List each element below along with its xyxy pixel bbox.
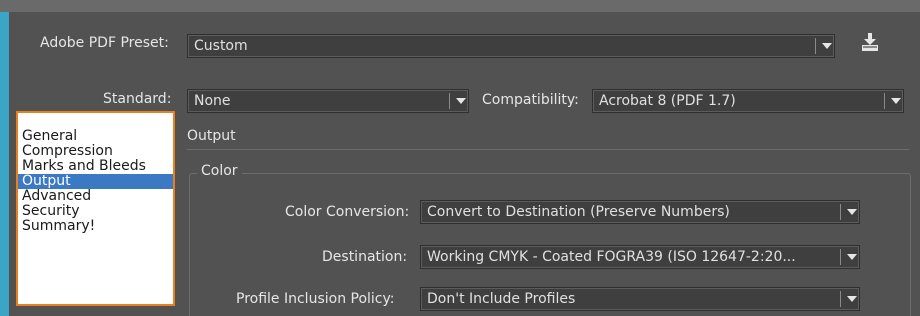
save-preset-icon <box>862 33 878 51</box>
window-top-band <box>0 0 920 12</box>
destination-label: Destination: <box>322 249 408 265</box>
profile-inclusion-value: Don't Include Profiles <box>427 291 576 307</box>
dropdown-separator <box>449 93 450 109</box>
profile-inclusion-label: Profile Inclusion Policy: <box>236 291 395 307</box>
save-preset-button[interactable] <box>859 30 881 54</box>
dropdown-separator <box>840 249 841 265</box>
sidebar-item-marks-and-bleeds[interactable]: Marks and Bleeds <box>18 159 173 174</box>
chevron-down-icon <box>845 201 859 223</box>
standard-value: None <box>194 93 231 109</box>
dropdown-separator <box>840 204 841 220</box>
section-divider <box>187 149 909 150</box>
window-accent-bar <box>0 12 9 316</box>
destination-value: Working CMYK - Coated FOGRA39 (ISO 12647… <box>427 249 796 265</box>
sidebar-item-security[interactable]: Security <box>18 204 173 219</box>
color-conversion-dropdown[interactable]: Convert to Destination (Preserve Numbers… <box>420 200 860 224</box>
preset-label: Adobe PDF Preset: <box>40 35 169 51</box>
dropdown-separator <box>815 38 816 54</box>
chevron-down-icon <box>454 90 468 112</box>
color-conversion-label: Color Conversion: <box>285 204 410 220</box>
preset-value: Custom <box>194 38 248 54</box>
standard-dropdown[interactable]: None <box>187 89 469 113</box>
sidebar-item-compression[interactable]: Compression <box>18 144 173 159</box>
color-group-title: Color <box>197 163 242 179</box>
section-title: Output <box>187 128 236 144</box>
compatibility-label: Compatibility: <box>482 92 579 108</box>
standard-label: Standard: <box>103 91 172 107</box>
chevron-down-icon <box>845 246 859 268</box>
category-list: General Compression Marks and Bleeds Out… <box>16 111 175 306</box>
sidebar-item-output[interactable]: Output <box>18 174 173 189</box>
compatibility-dropdown[interactable]: Acrobat 8 (PDF 1.7) <box>592 89 904 113</box>
dropdown-separator <box>840 291 841 307</box>
chevron-down-icon <box>820 35 834 57</box>
sidebar-item-summary[interactable]: Summary! <box>18 219 173 234</box>
preset-dropdown[interactable]: Custom <box>187 34 835 58</box>
profile-inclusion-dropdown[interactable]: Don't Include Profiles <box>420 287 860 311</box>
destination-dropdown[interactable]: Working CMYK - Coated FOGRA39 (ISO 12647… <box>420 245 860 269</box>
chevron-down-icon <box>845 288 859 310</box>
sidebar-item-advanced[interactable]: Advanced <box>18 189 173 204</box>
dropdown-separator <box>884 93 885 109</box>
chevron-down-icon <box>889 90 903 112</box>
sidebar-item-general[interactable]: General <box>18 129 173 144</box>
compatibility-value: Acrobat 8 (PDF 1.7) <box>599 93 736 109</box>
color-conversion-value: Convert to Destination (Preserve Numbers… <box>427 204 730 220</box>
